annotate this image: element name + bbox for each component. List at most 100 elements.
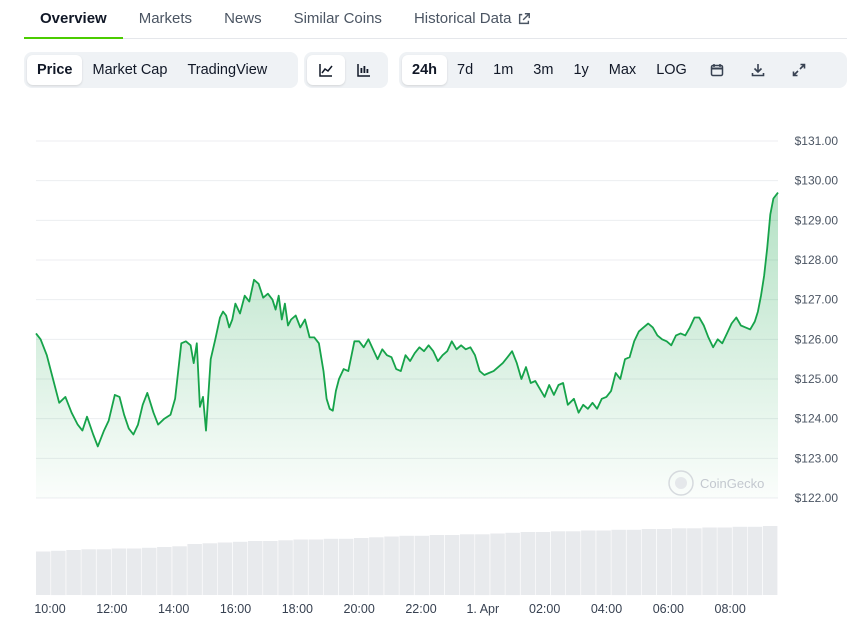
volume-bar <box>126 548 142 595</box>
chart-view-group <box>304 52 388 88</box>
range-3m-button[interactable]: 3m <box>523 55 563 85</box>
volume-bar <box>111 548 127 595</box>
volume-bar <box>248 541 263 595</box>
x-tick-label: 16:00 <box>220 602 251 616</box>
range-log-button[interactable]: LOG <box>646 55 697 85</box>
external-link-icon <box>517 12 531 26</box>
download-icon <box>750 62 766 78</box>
y-tick-label: $128.00 <box>795 253 839 267</box>
tab-news[interactable]: News <box>208 0 278 38</box>
x-tick-label: 14:00 <box>158 602 189 616</box>
price-area <box>36 192 778 498</box>
x-tick-label: 04:00 <box>591 602 622 616</box>
volume-bar <box>611 529 626 596</box>
volume-bar <box>505 532 520 596</box>
x-tick-label: 12:00 <box>96 602 127 616</box>
time-range-group: 24h 7d 1m 3m 1y Max LOG <box>399 52 847 88</box>
volume-bar <box>96 549 112 596</box>
tab-label: Overview <box>40 10 107 27</box>
tab-markets[interactable]: Markets <box>123 0 208 38</box>
volume-bar <box>475 534 490 596</box>
line-chart-button[interactable] <box>307 55 345 85</box>
x-tick-label: 20:00 <box>344 602 375 616</box>
volume-bar <box>232 541 248 596</box>
volume-bar <box>581 530 596 595</box>
fullscreen-button[interactable] <box>779 55 820 85</box>
volume-bar <box>66 550 81 595</box>
candlestick-chart-icon <box>356 62 372 78</box>
chart-type-market-cap-button[interactable]: Market Cap <box>82 55 177 85</box>
volume-bar <box>263 541 278 595</box>
tab-similar-coins[interactable]: Similar Coins <box>278 0 398 38</box>
line-chart-icon <box>318 62 334 78</box>
volume-bar <box>672 528 687 596</box>
chart-type-price-button[interactable]: Price <box>27 55 83 85</box>
tab-label: Similar Coins <box>293 10 382 27</box>
calendar-button[interactable] <box>697 55 738 85</box>
volume-bar <box>293 539 308 595</box>
candlestick-chart-button[interactable] <box>345 55 383 85</box>
range-1m-button[interactable]: 1m <box>483 55 523 85</box>
volume-bar <box>460 534 475 596</box>
volume-bar <box>717 527 732 595</box>
volume-bar <box>217 542 233 595</box>
volume-bar <box>36 551 51 595</box>
range-1y-button[interactable]: 1y <box>563 55 598 85</box>
volume-bar <box>429 535 445 595</box>
tab-label: Historical Data <box>413 10 512 27</box>
tab-label: News <box>224 10 262 27</box>
price-chart: $131.00 $130.00 $129.00 $128.00 $127.00 $126.… <box>0 100 847 627</box>
volume-bar <box>732 526 748 596</box>
volume-bar <box>384 536 399 595</box>
y-tick-label: $125.00 <box>795 372 839 386</box>
tab-overview[interactable]: Overview <box>24 0 123 39</box>
x-tick-label: 02:00 <box>529 602 560 616</box>
volume-bar <box>747 526 763 596</box>
tab-label: Markets <box>138 10 193 27</box>
x-tick-label: 06:00 <box>653 602 684 616</box>
volume-bar <box>550 531 566 596</box>
volume-bar <box>641 529 657 595</box>
volume-bar <box>626 529 642 596</box>
volume-bar <box>308 539 324 595</box>
volume-bar <box>202 543 218 595</box>
x-tick-label: 10:00 <box>34 602 65 616</box>
x-tick-label: 08:00 <box>715 602 746 616</box>
volume-bar <box>535 532 551 595</box>
y-tick-label: $131.00 <box>795 134 839 148</box>
tab-historical-data[interactable]: Historical Data <box>398 0 548 38</box>
y-tick-label: $122.00 <box>795 491 839 505</box>
y-tick-label: $127.00 <box>795 293 839 307</box>
range-7d-button[interactable]: 7d <box>447 55 483 85</box>
volume-bar <box>762 526 778 595</box>
x-tick-label: 18:00 <box>282 602 313 616</box>
volume-bar <box>656 529 672 595</box>
volume-bar <box>596 530 611 595</box>
volume-bar <box>399 535 414 596</box>
range-24h-button[interactable]: 24h <box>402 55 447 85</box>
download-button[interactable] <box>738 55 779 85</box>
y-tick-label: $124.00 <box>795 412 839 426</box>
volume-bar <box>444 535 460 595</box>
volume-bar <box>187 544 202 595</box>
volume-bar <box>157 547 172 595</box>
volume-bar <box>81 549 96 596</box>
chart-type-group: Price Market Cap TradingView <box>24 52 298 88</box>
range-max-button[interactable]: Max <box>599 55 646 85</box>
chart-type-tradingview-button[interactable]: TradingView <box>177 55 277 85</box>
volume-bar <box>354 538 369 595</box>
volume-bar <box>369 537 384 596</box>
volume-bar <box>323 538 339 596</box>
volume-bar <box>278 540 293 596</box>
watermark-text: CoinGecko <box>700 476 764 491</box>
y-tick-label: $130.00 <box>795 174 839 188</box>
chart-toolbar: Price Market Cap TradingView 24h 7d 1m 3m 1y Ma… <box>24 52 847 88</box>
calendar-icon <box>709 62 725 78</box>
volume-bar <box>51 550 66 596</box>
volume-bar <box>414 535 430 596</box>
gecko-logo-inner-icon <box>675 477 687 489</box>
x-tick-label: 1. Apr <box>466 602 499 616</box>
volume-bar <box>142 547 157 596</box>
price-chart-svg: $131.00 $130.00 $129.00 $128.00 $127.00 $126.… <box>34 134 839 616</box>
coin-tabs: Overview Markets News Similar Coins Historic… <box>24 0 847 39</box>
